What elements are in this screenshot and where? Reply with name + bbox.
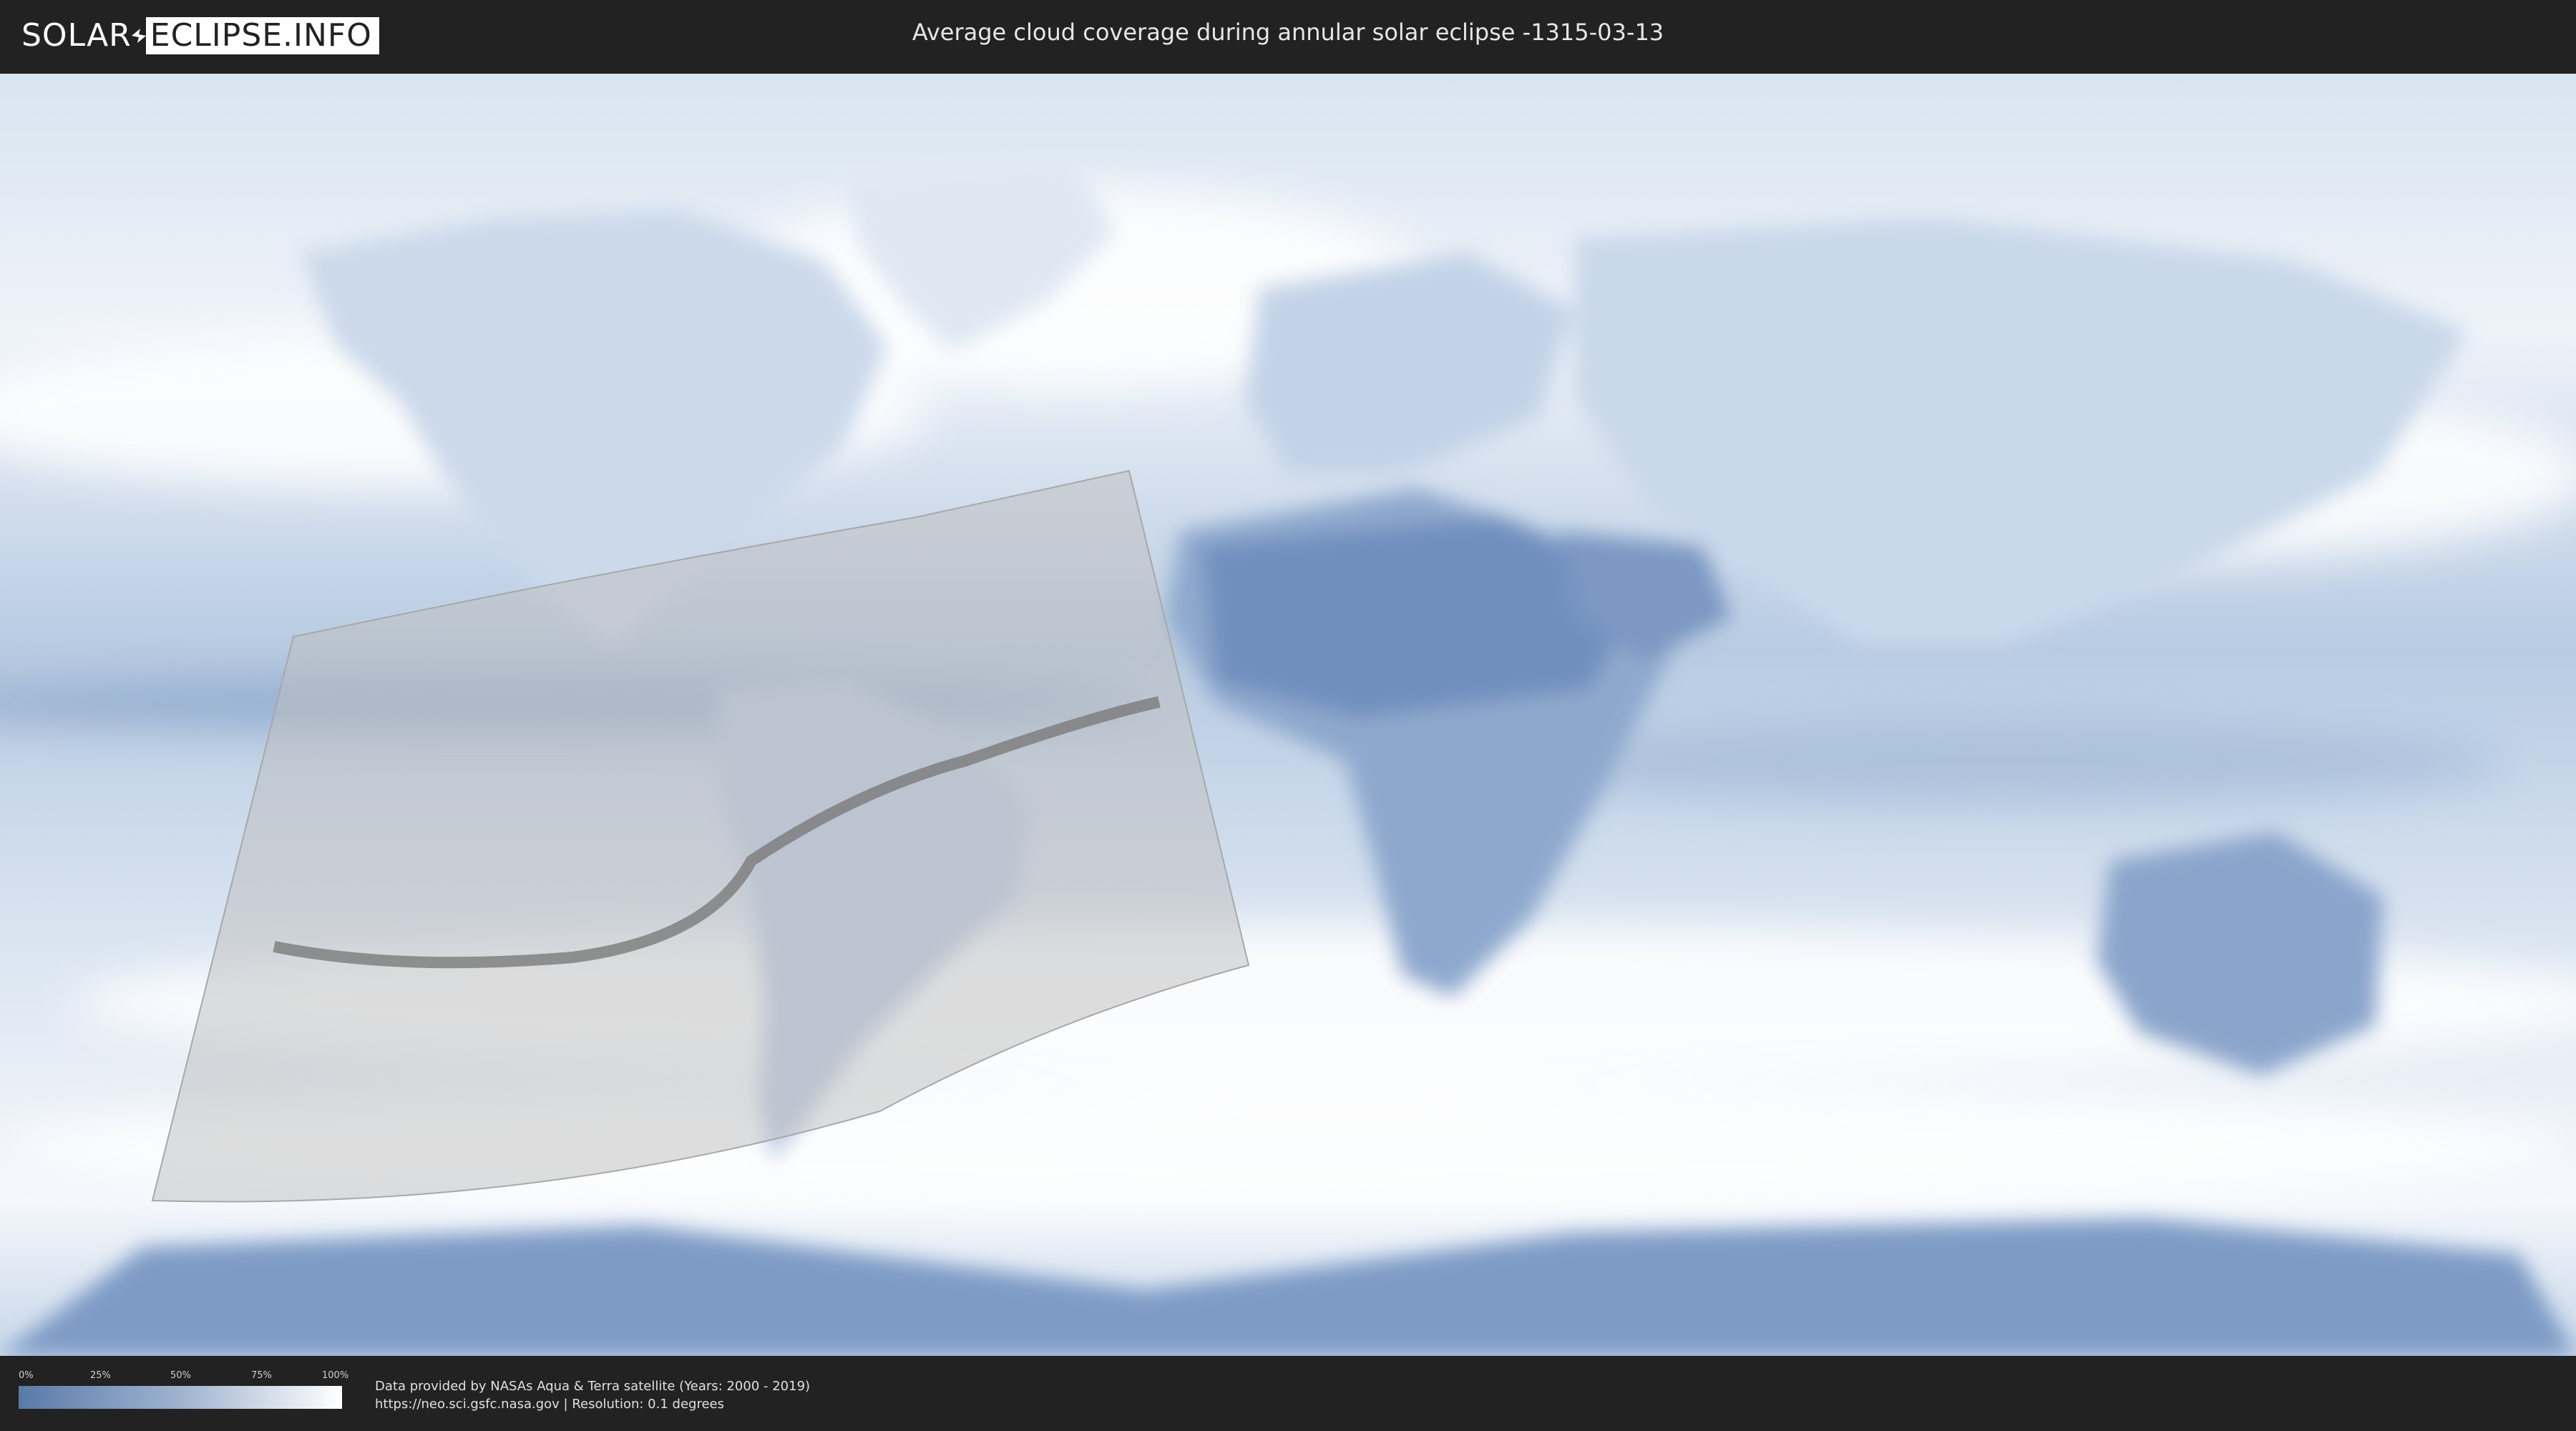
header-bar: SOLAR ECLIPSE.INFO Average cloud coverag… [0,0,2576,72]
legend-tick: 25% [90,1370,111,1381]
page-title: Average cloud coverage during annular so… [912,19,1664,46]
legend-tick: 100% [322,1370,349,1381]
legend-ticks: 0% 25% 50% 75% 100% [19,1370,348,1383]
footer-bar: 0% 25% 50% 75% 100% Data provided by NAS… [0,1356,2576,1431]
legend-tick: 50% [170,1370,191,1381]
cloud-coverage-legend: 0% 25% 50% 75% 100% [19,1370,348,1409]
legend-tick: 75% [251,1370,272,1381]
data-credits: Data provided by NASAs Aqua & Terra sate… [375,1377,810,1413]
cloud-coverage-map[interactable] [0,74,2576,1356]
world-map-svg [0,74,2576,1356]
legend-gradient-bar [19,1386,342,1409]
credit-line-source: Data provided by NASAs Aqua & Terra sate… [375,1379,811,1394]
legend-tick: 0% [19,1370,34,1381]
credit-line-url[interactable]: https://neo.sci.gsfc.nasa.gov | Resoluti… [375,1395,810,1413]
